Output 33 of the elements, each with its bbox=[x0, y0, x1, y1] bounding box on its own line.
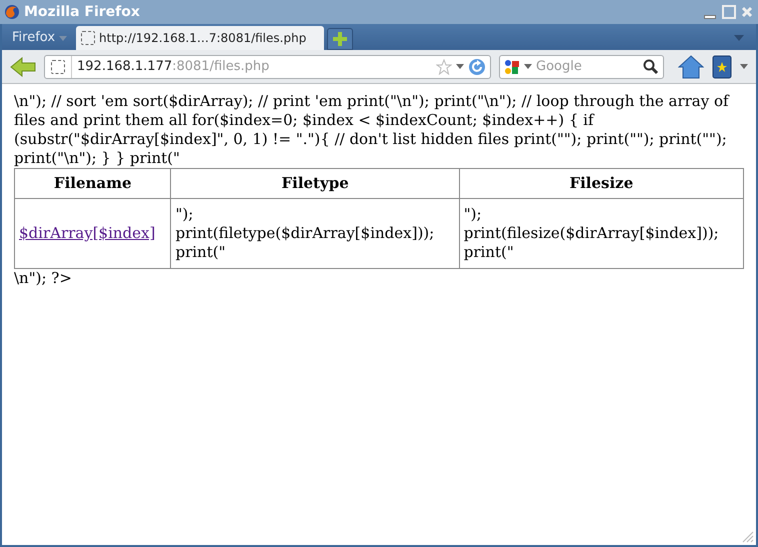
dropdown-icon[interactable] bbox=[456, 64, 464, 69]
reload-icon[interactable] bbox=[468, 58, 486, 76]
resize-grip-icon bbox=[740, 529, 754, 543]
table-cell: "); print(filetype($dirArray[$index])); print(" bbox=[175, 205, 434, 261]
new-tab-button[interactable] bbox=[327, 28, 354, 50]
search-field[interactable]: Google bbox=[499, 54, 664, 78]
tab[interactable]: http://192.168.1…7:8081/files.php bbox=[76, 26, 324, 50]
bookmark-star-icon[interactable] bbox=[436, 58, 452, 74]
dropdown-icon[interactable] bbox=[524, 64, 532, 69]
table-cell: "); print(filesize($dirArray[$index])); print(" bbox=[464, 205, 719, 261]
plus-icon bbox=[333, 32, 348, 46]
column-header: Filename bbox=[14, 168, 171, 198]
home-icon[interactable] bbox=[678, 54, 704, 78]
bookmarks-book-icon[interactable] bbox=[712, 54, 732, 78]
caret-icon bbox=[59, 36, 68, 40]
page-icon bbox=[81, 31, 96, 45]
dropdown-icon[interactable] bbox=[740, 64, 748, 69]
back-arrow-icon[interactable] bbox=[10, 56, 36, 76]
search-input[interactable]: Google bbox=[536, 56, 639, 76]
column-header: Filetype bbox=[170, 168, 460, 198]
page-icon bbox=[51, 60, 65, 74]
url-host: 192.168.1.177 bbox=[77, 58, 172, 76]
firefox-menu-button[interactable]: Firefox bbox=[6, 26, 74, 50]
page-text: \n"); // sort 'em sort($dirArray); // print 'em print("\n"); print("\n"); // loop through the array of files and print them all for($index=0; $index < $indexCount; $index++) { if (substr("$dirArray[$index]", 0, 1) != "."){ // don't list hidden files print(""); print(""); print(""); print("\n"); } } print(" bbox=[14, 92, 730, 168]
column-header: Filesize bbox=[459, 168, 744, 198]
address-field[interactable]: 192.168.1.177:8081/files.php bbox=[44, 54, 491, 78]
url-path: :8081/files.php bbox=[172, 58, 270, 76]
search-icon[interactable] bbox=[643, 58, 659, 74]
page-text: \n"); ?> bbox=[14, 269, 73, 288]
google-logo-icon bbox=[504, 58, 520, 74]
close-icon bbox=[741, 6, 753, 18]
window-title: Mozilla Firefox bbox=[24, 2, 141, 22]
firefox-logo-icon bbox=[4, 4, 20, 20]
